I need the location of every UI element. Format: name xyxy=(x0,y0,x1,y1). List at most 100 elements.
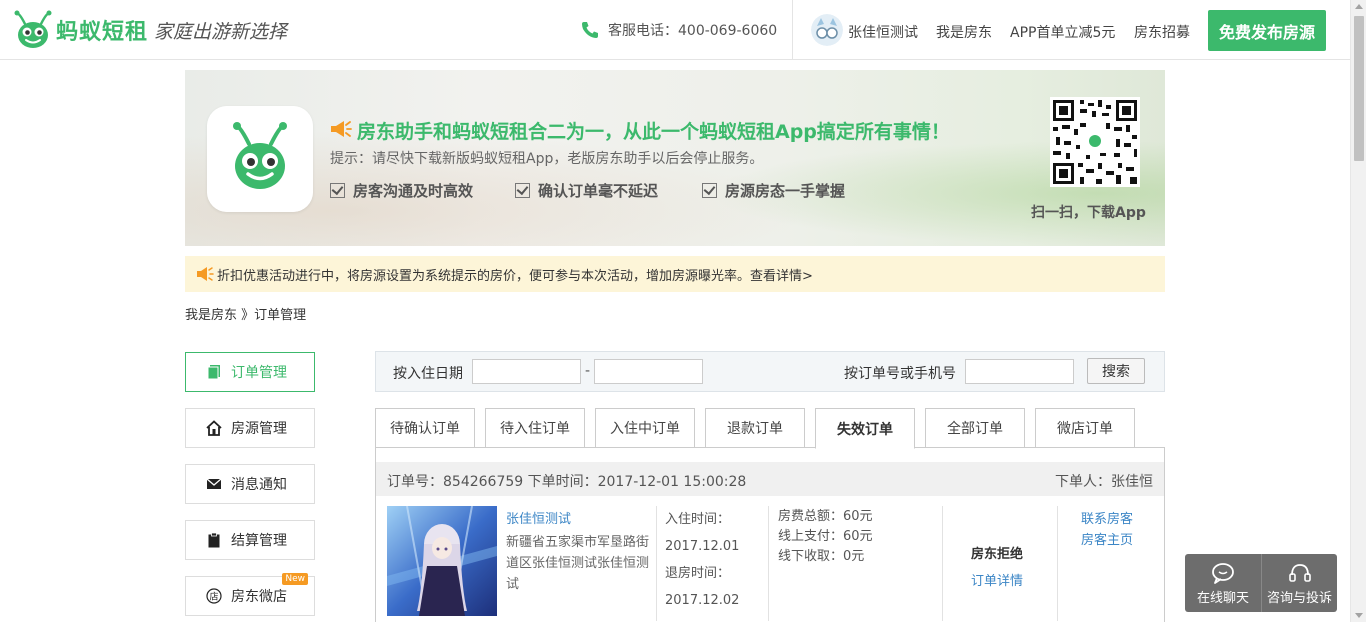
order-header: 订单号：854266759 下单时间：2017-12-01 15:00:28 下… xyxy=(376,462,1164,496)
brand-slogan: 家庭出游新选择 xyxy=(154,20,288,43)
tab-pending-checkin[interactable]: 待入住订单 xyxy=(485,408,585,448)
sidebar-item-messages[interactable]: 消息通知 xyxy=(185,464,315,504)
sidebar-item-label: 结算管理 xyxy=(231,533,287,549)
phone-icon xyxy=(582,22,598,38)
app-discount-link[interactable]: APP首单立减5元 xyxy=(1010,22,1115,42)
checkin-label: 入住时间： xyxy=(665,512,731,527)
landlord-recruit-link[interactable]: 房东招募 xyxy=(1134,22,1190,42)
envelope-icon xyxy=(206,478,222,489)
scrollbar-thumb[interactable] xyxy=(1354,16,1364,161)
feature-label: 房客沟通及时高效 xyxy=(353,182,474,200)
online-chat-button[interactable]: 在线聊天 xyxy=(1185,554,1261,612)
tab-refund[interactable]: 退款订单 xyxy=(705,408,805,448)
chat-bubble-icon xyxy=(1212,563,1234,584)
sidebar-item-settlement[interactable]: 结算管理 xyxy=(185,520,315,560)
date-range-dash: - xyxy=(585,363,591,379)
tab-checked-in[interactable]: 入住中订单 xyxy=(595,408,695,448)
publish-listing-button[interactable]: 免费发布房源 xyxy=(1208,10,1326,51)
clipboard-icon xyxy=(208,532,220,548)
checkbox-icon xyxy=(702,183,717,198)
feature-label: 确认订单毫不延迟 xyxy=(538,182,659,200)
user-avatar[interactable] xyxy=(811,14,843,46)
column-divider xyxy=(656,506,657,621)
page-scrollbar[interactable] xyxy=(1350,0,1366,622)
order-detail-link[interactable]: 订单详情 xyxy=(971,570,1023,589)
consult-complain-button[interactable]: 咨询与投诉 xyxy=(1261,554,1337,612)
svg-text:店: 店 xyxy=(209,591,218,603)
order-search-bar: 按入住日期 - 按订单号或手机号 搜索 xyxy=(375,351,1165,392)
scroll-up-icon[interactable] xyxy=(1355,4,1363,9)
megaphone-icon xyxy=(197,267,214,281)
column-divider xyxy=(768,506,769,621)
online-chat-label: 在线聊天 xyxy=(1196,591,1249,606)
header-divider xyxy=(792,0,793,60)
feature-label: 房源房态一手掌握 xyxy=(725,182,846,200)
promo-notice[interactable]: 折扣优惠活动进行中，将房源设置为系统提示的房价，便可参与本次活动，增加房源曝光率… xyxy=(185,256,1165,292)
order-number-time: 订单号：854266759 下单时间：2017-12-01 15:00:28 xyxy=(387,474,747,490)
sidebar-item-microshop[interactable]: 店 房东微店 New xyxy=(185,573,315,616)
checkout-date: 2017.12.02 xyxy=(665,593,740,608)
app-promo-banner: 房东助手和蚂蚁短租合二为一，从此一个蚂蚁短租App搞定所有事情！ 提示：请尽快下… xyxy=(185,70,1165,246)
notice-text[interactable]: 折扣优惠活动进行中，将房源设置为系统提示的房价，便可参与本次活动，增加房源曝光率… xyxy=(217,265,813,284)
guest-homepage-link[interactable]: 房客主页 xyxy=(1081,529,1133,548)
breadcrumb: 我是房东 》订单管理 xyxy=(185,308,307,323)
banner-tip: 提示：请尽快下载新版蚂蚁短租App，老版房东助手以后会停止服务。 xyxy=(330,151,764,167)
app-icon xyxy=(207,106,313,212)
tab-microshop[interactable]: 微店订单 xyxy=(1035,408,1135,448)
fee-offline: 线下收取：0元 xyxy=(778,549,865,564)
listing-name-link[interactable]: 张佳恒测试 xyxy=(506,508,571,527)
order-buyer: 下单人：张佳恒 xyxy=(1055,474,1153,490)
checkin-date-from-input[interactable] xyxy=(472,359,581,384)
feature-item: 确认订单毫不延迟 xyxy=(515,180,658,201)
column-divider xyxy=(942,506,943,621)
logo[interactable]: 蚂蚁短租 家庭出游新选择 xyxy=(14,10,287,50)
qr-caption: 扫一扫，下载App xyxy=(1031,205,1146,221)
hotline-text: 客服电话：400-069-6060 xyxy=(608,23,778,39)
sidebar-item-label: 房东微店 xyxy=(231,589,287,605)
sidebar-item-label: 订单管理 xyxy=(231,365,287,381)
consult-complain-label: 咨询与投诉 xyxy=(1266,591,1332,606)
checkin-date: 2017.12.01 xyxy=(665,539,740,554)
column-divider xyxy=(1057,506,1058,621)
date-filter-label: 按入住日期 xyxy=(393,366,463,382)
tab-invalid[interactable]: 失效订单 xyxy=(815,408,915,449)
headset-icon xyxy=(1288,564,1311,582)
checkbox-icon xyxy=(515,183,530,198)
order-card: 订单号：854266759 下单时间：2017-12-01 15:00:28 下… xyxy=(375,447,1165,622)
scroll-down-icon[interactable] xyxy=(1355,613,1363,618)
qr-code-icon xyxy=(1050,97,1140,187)
listing-thumbnail[interactable] xyxy=(387,506,497,616)
sidebar-item-label: 消息通知 xyxy=(231,477,287,493)
contact-guest-link[interactable]: 联系房客 xyxy=(1081,508,1133,527)
listing-address: 新疆省五家渠市军垦路街道区张佳恒测试张佳恒测试 xyxy=(506,535,650,592)
fee-online: 线上支付：60元 xyxy=(778,529,873,544)
tab-all[interactable]: 全部订单 xyxy=(925,408,1025,448)
checkout-label: 退房时间： xyxy=(665,566,731,581)
search-button[interactable]: 搜索 xyxy=(1087,358,1145,384)
landlord-link[interactable]: 我是房东 xyxy=(936,22,992,42)
order-or-phone-input[interactable] xyxy=(965,359,1074,384)
order-filter-label: 按订单号或手机号 xyxy=(844,366,956,382)
banner-title: 房东助手和蚂蚁短租合二为一，从此一个蚂蚁短租App搞定所有事情！ xyxy=(357,121,950,143)
sidebar-item-listings[interactable]: 房源管理 xyxy=(185,408,315,448)
page: 蚂蚁短租 家庭出游新选择 客服电话：400-069-6060 张佳恒测试 我是房… xyxy=(0,0,1366,622)
document-icon xyxy=(207,365,220,380)
order-status: 房东拒绝 xyxy=(971,547,1024,562)
sidebar-item-orders[interactable]: 订单管理 xyxy=(185,352,315,392)
new-badge: New xyxy=(282,573,308,585)
brand-name: 蚂蚁短租 xyxy=(56,20,149,45)
user-name-link[interactable]: 张佳恒测试 xyxy=(848,22,918,42)
support-widget: 在线聊天 咨询与投诉 xyxy=(1185,554,1337,612)
feature-item: 房客沟通及时高效 xyxy=(330,180,473,201)
top-header: 蚂蚁短租 家庭出游新选择 客服电话：400-069-6060 张佳恒测试 我是房… xyxy=(0,0,1350,60)
feature-item: 房源房态一手掌握 xyxy=(702,180,845,201)
sidebar-item-label: 房源管理 xyxy=(231,421,287,437)
tab-pending-confirm[interactable]: 待确认订单 xyxy=(375,408,475,448)
hotline: 客服电话：400-069-6060 xyxy=(580,20,777,40)
fee-total: 房费总额：60元 xyxy=(778,509,873,524)
ant-logo-icon xyxy=(14,10,52,48)
shop-icon: 店 xyxy=(206,588,222,604)
checkin-date-to-input[interactable] xyxy=(594,359,703,384)
megaphone-icon xyxy=(331,121,352,137)
checkbox-icon xyxy=(330,183,345,198)
